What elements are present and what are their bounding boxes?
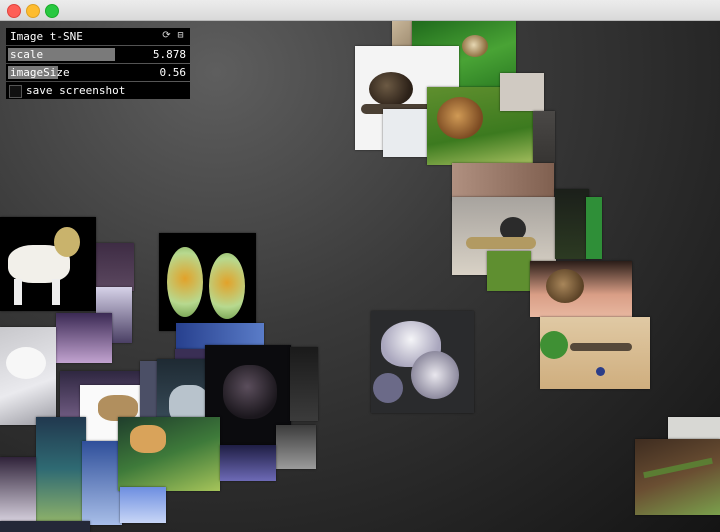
save-screenshot-toggle[interactable]: save screenshot: [6, 82, 190, 99]
snail-thumbnail: [530, 261, 632, 317]
snail-thumbnail: [500, 73, 544, 111]
snail-thumbnail: [586, 197, 602, 259]
image-size-value: 0.56: [159, 66, 187, 79]
minimize-button[interactable]: [26, 4, 40, 18]
iris-flower-thumbnail: [371, 311, 474, 413]
unicorn-thumbnail: [220, 445, 276, 481]
scale-slider[interactable]: scale 5.878: [6, 46, 190, 63]
plant-thumbnail: [635, 439, 720, 515]
unicorn-thumbnail: [36, 417, 86, 521]
snail-thumbnail: [540, 317, 650, 389]
unicorn-thumbnail: [276, 425, 316, 469]
unicorn-thumbnail: [94, 243, 134, 291]
snail-thumbnail: [487, 251, 531, 291]
unicorn-thumbnail: [0, 521, 90, 532]
unicorn-thumbnail: [0, 327, 56, 425]
snail-thumbnail: [555, 189, 589, 259]
panel-title: Image t-SNE: [10, 30, 83, 43]
snail-thumbnail: [383, 109, 433, 157]
scale-value: 5.878: [152, 48, 186, 61]
scale-label: scale: [10, 48, 44, 61]
unicorn-thumbnail: [82, 441, 122, 525]
refresh-icon[interactable]: ⟳: [161, 30, 172, 41]
unicorn-thumbnail: [56, 313, 112, 363]
image-size-label: imageSize: [10, 66, 70, 79]
unicorn-thumbnail: [290, 347, 318, 421]
snail-thumbnail: [452, 163, 554, 201]
control-panel: Image t-SNE ⟳ ⊟ scale 5.878 imageSize 0.…: [6, 28, 190, 100]
save-screenshot-checkbox[interactable]: [9, 85, 22, 98]
close-button[interactable]: [7, 4, 21, 18]
plant-thumbnail: [668, 417, 720, 441]
image-size-slider[interactable]: imageSize 0.56: [6, 64, 190, 81]
unicorn-thumbnail: [0, 457, 36, 523]
save-screenshot-label: save screenshot: [26, 84, 126, 97]
unicorn-thumbnail: [118, 417, 220, 491]
corn-thumbnail: [159, 233, 256, 331]
maximize-button[interactable]: [45, 4, 59, 18]
panel-header[interactable]: Image t-SNE ⟳ ⊟: [6, 28, 190, 45]
unicorn-thumbnail: [120, 487, 166, 523]
minimize-panel-icon[interactable]: ⊟: [175, 30, 186, 41]
unicorn-thumbnail: [0, 217, 96, 311]
window-titlebar: [0, 0, 720, 21]
